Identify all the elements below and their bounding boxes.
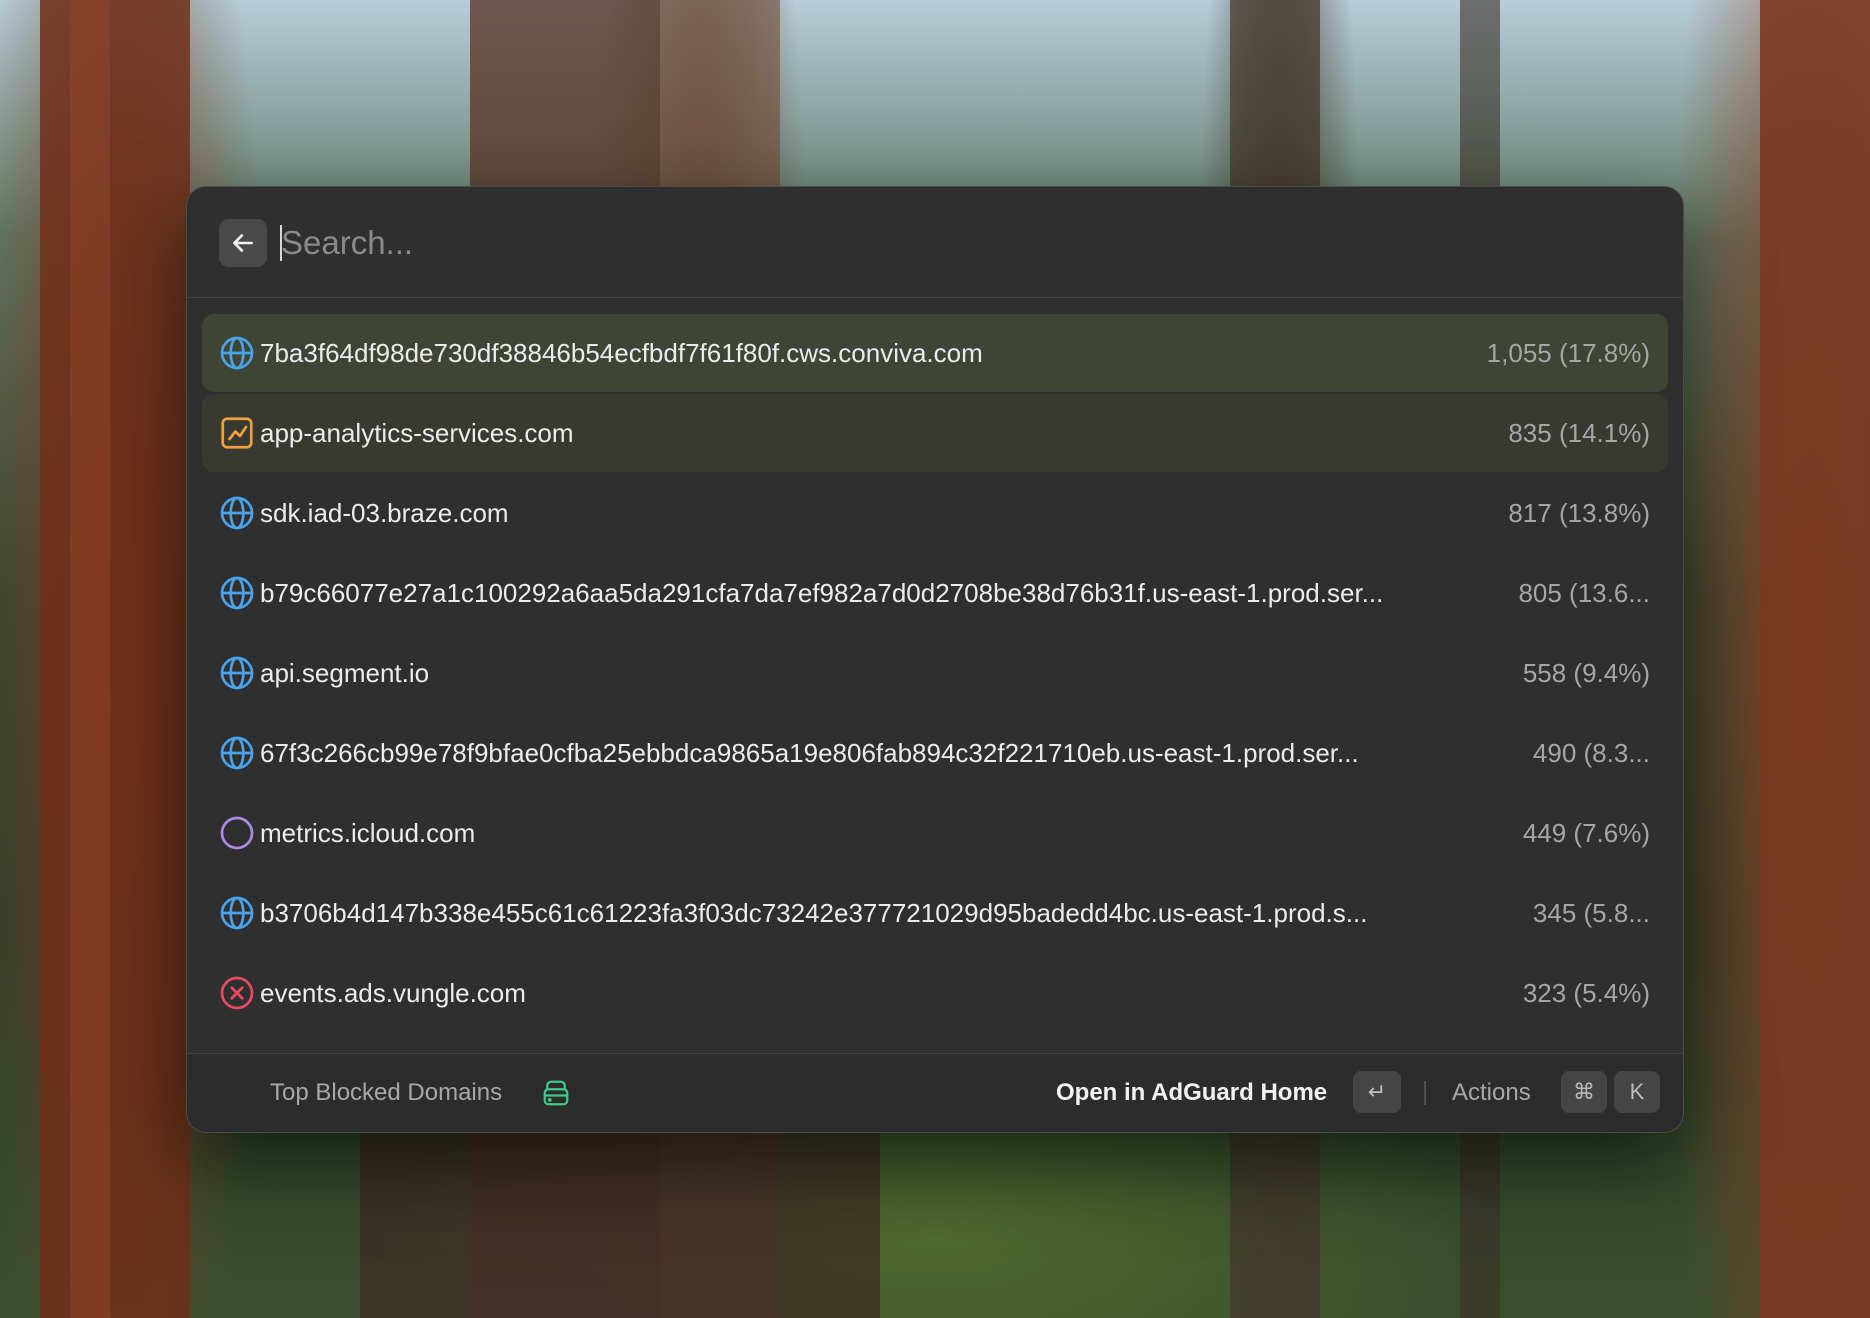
globe-icon xyxy=(219,655,255,691)
count-label: 490 (8.3... xyxy=(1532,738,1650,768)
domain-label: 67f3c266cb99e78f9bfae0cfba25ebbdca9865a1… xyxy=(260,738,1359,768)
text-cursor xyxy=(280,225,282,261)
count-label: 323 (5.4%) xyxy=(1522,978,1650,1008)
count-label: 449 (7.6%) xyxy=(1522,818,1650,848)
arrow-left-icon xyxy=(233,234,253,252)
chart-line-icon xyxy=(219,415,255,451)
domain-label: sdk.iad-03.braze.com xyxy=(260,498,509,528)
domain-label: 7ba3f64df98de730df38846b54ecfbdf7f61f80f… xyxy=(260,338,983,368)
count-label: 1,055 (17.8%) xyxy=(1486,338,1650,368)
open-in-adguard-button[interactable]: Open in AdGuard Home xyxy=(1056,1054,1327,1132)
list-item[interactable]: api.segment.io 558 (9.4%) xyxy=(202,634,1668,712)
footer-divider xyxy=(1424,1081,1426,1105)
domain-label: b3706b4d147b338e455c61c61223fa3f03dc7324… xyxy=(260,898,1368,928)
actions-button[interactable]: Actions xyxy=(1452,1054,1531,1132)
domain-label: api.segment.io xyxy=(260,658,430,688)
list-item[interactable]: metrics.icloud.com 449 (7.6%) xyxy=(202,794,1668,872)
domain-label: app-analytics-services.com xyxy=(260,418,574,448)
back-button[interactable] xyxy=(219,219,267,267)
globe-icon xyxy=(219,335,255,371)
command-launcher-window: 7ba3f64df98de730df38846b54ecfbdf7f61f80f… xyxy=(186,186,1684,1133)
domain-label: metrics.icloud.com xyxy=(260,818,476,848)
list-item[interactable]: b79c66077e27a1c100292a6aa5da291cfa7da7ef… xyxy=(202,554,1668,632)
globe-icon xyxy=(219,735,255,771)
command-title: Top Blocked Domains xyxy=(270,1079,503,1106)
count-label: 345 (5.8... xyxy=(1532,898,1650,928)
globe-icon xyxy=(219,495,255,531)
search-input[interactable] xyxy=(281,215,1581,271)
domain-label: events.ads.vungle.com xyxy=(260,978,526,1008)
count-label: 558 (9.4%) xyxy=(1522,658,1650,688)
list-item[interactable]: 67f3c266cb99e78f9bfae0cfba25ebbdca9865a1… xyxy=(202,714,1668,792)
k-key-hint: K xyxy=(1614,1071,1660,1113)
count-label: 805 (13.6... xyxy=(1518,578,1650,608)
count-label: 817 (13.8%) xyxy=(1508,498,1650,528)
list-item[interactable]: 7ba3f64df98de730df38846b54ecfbdf7f61f80f… xyxy=(202,314,1668,392)
count-label: 835 (14.1%) xyxy=(1508,418,1650,448)
list-item[interactable]: events.ads.vungle.com 323 (5.4%) xyxy=(202,954,1668,1032)
enter-key-hint: ↵ xyxy=(1353,1071,1401,1113)
x-circle-icon xyxy=(219,975,255,1011)
domain-label: b79c66077e27a1c100292a6aa5da291cfa7da7ef… xyxy=(260,578,1384,608)
list-item[interactable]: sdk.iad-03.braze.com 817 (13.8%) xyxy=(202,474,1668,552)
list-item[interactable]: app-analytics-services.com 835 (14.1%) xyxy=(202,394,1668,472)
globe-icon xyxy=(219,575,255,611)
search-bar xyxy=(187,187,1683,298)
results-list: 7ba3f64df98de730df38846b54ecfbdf7f61f80f… xyxy=(202,314,1668,1034)
footer-bar: Top Blocked Domains Open in AdGuard Home… xyxy=(187,1053,1683,1132)
circle-icon xyxy=(219,815,255,851)
server-icon xyxy=(541,1078,571,1108)
list-item[interactable]: b3706b4d147b338e455c61c61223fa3f03dc7324… xyxy=(202,874,1668,952)
cmd-key-hint: ⌘ xyxy=(1561,1071,1607,1113)
globe-icon xyxy=(219,895,255,931)
